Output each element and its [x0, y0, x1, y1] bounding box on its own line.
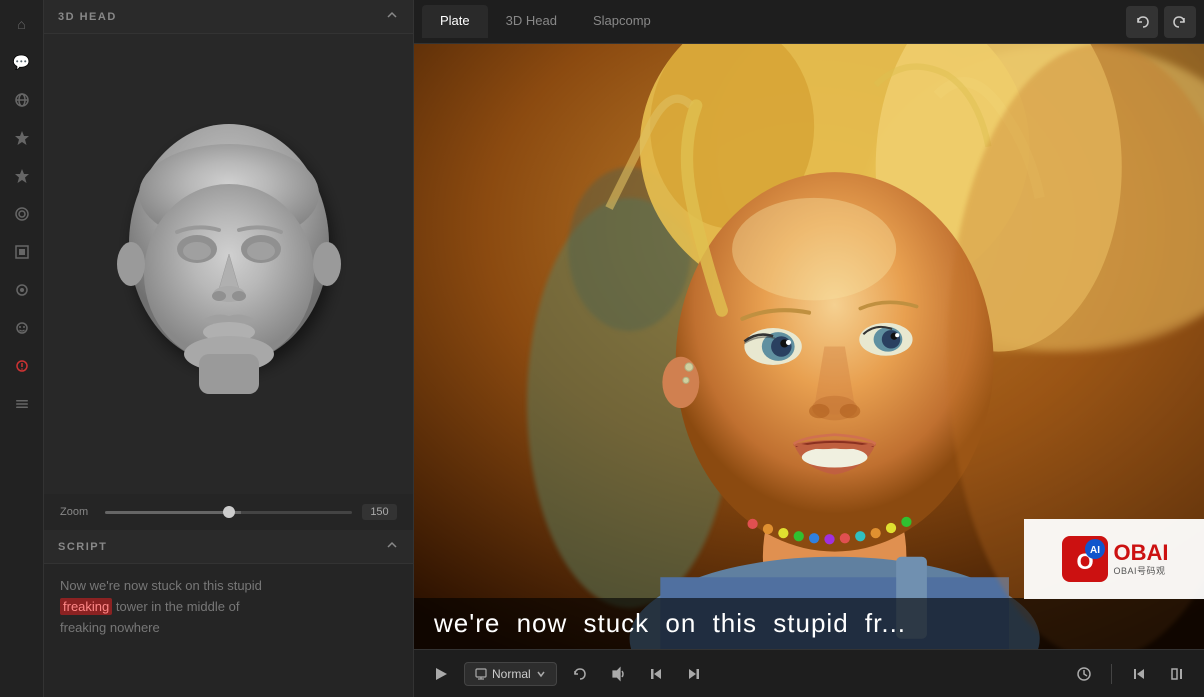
sidebar-alert-icon[interactable] — [6, 350, 38, 382]
script-section: SCRIPT Now we're now stuck on this stupi… — [44, 530, 413, 697]
watermark-brand: OBAI — [1114, 542, 1169, 564]
watermark: O AI OBAI OBAI号码观 — [1024, 519, 1204, 599]
next-frame-button[interactable] — [679, 659, 709, 689]
sidebar-globe-icon[interactable] — [6, 84, 38, 116]
undo-button[interactable] — [1126, 6, 1158, 38]
head3d-title: 3D HEAD — [58, 11, 117, 23]
loop-button[interactable] — [565, 659, 595, 689]
dropdown-chevron-icon — [536, 669, 546, 679]
sidebar-box-icon[interactable] — [6, 236, 38, 268]
sidebar-menu-icon[interactable] — [6, 388, 38, 420]
sidebar-face-icon[interactable] — [6, 312, 38, 344]
script-collapse-button[interactable] — [385, 538, 399, 555]
control-divider — [1111, 664, 1112, 684]
out-point-button[interactable] — [1162, 659, 1192, 689]
video-viewport: we're now stuck on this stupid fr... O A… — [414, 44, 1204, 649]
subtitle-word-3: stuck — [584, 608, 650, 639]
in-point-button[interactable] — [1124, 659, 1154, 689]
script-title: SCRIPT — [58, 541, 107, 553]
face-3d-model — [109, 124, 349, 404]
sidebar-chat-icon[interactable]: 💬 — [6, 46, 38, 78]
script-line1: Now we're now stuck on this stupid — [60, 578, 262, 593]
bottom-controls: Normal — [414, 649, 1204, 697]
head3d-collapse-button[interactable] — [385, 8, 399, 25]
sidebar-view-icon[interactable] — [6, 198, 38, 230]
sidebar-star2-icon[interactable] — [6, 160, 38, 192]
subtitle-text: we're now stuck on this stupid fr... — [434, 608, 914, 639]
script-highlight-word: freaking — [60, 598, 112, 615]
watermark-sub: OBAI号码观 — [1114, 564, 1169, 577]
tab-plate[interactable]: Plate — [422, 5, 488, 38]
sidebar: ⌂ 💬 — [0, 0, 44, 697]
view-mode-label: Normal — [492, 667, 531, 681]
svg-text:AI: AI — [1090, 545, 1100, 556]
sidebar-home-icon[interactable]: ⌂ — [6, 8, 38, 40]
volume-button[interactable] — [603, 659, 633, 689]
monitor-icon — [475, 668, 487, 680]
right-panel: Plate 3D Head Slapcomp — [414, 0, 1204, 697]
subtitle-word-7: fr... — [865, 608, 906, 639]
prev-frame-button[interactable] — [641, 659, 671, 689]
zoom-control: Zoom 150 — [44, 494, 413, 530]
subtitle-word-5: this — [713, 608, 757, 639]
script-line3: freaking nowhere — [60, 620, 160, 635]
subtitle-word-6: stupid — [773, 608, 848, 639]
script-line2: tower in the middle of — [116, 599, 240, 614]
zoom-slider[interactable] — [105, 511, 352, 514]
script-content: Now we're now stuck on this stupid freak… — [44, 564, 413, 650]
zoom-label: Zoom — [60, 506, 95, 518]
sidebar-star1-icon[interactable] — [6, 122, 38, 154]
zoom-value: 150 — [362, 504, 397, 520]
subtitle-bar: we're now stuck on this stupid fr... — [414, 598, 1204, 649]
view-tabs: Plate 3D Head Slapcomp — [422, 5, 669, 38]
tabs-actions — [1126, 6, 1196, 38]
tab-slapcomp[interactable]: Slapcomp — [575, 5, 669, 38]
redo-button[interactable] — [1164, 6, 1196, 38]
head3d-section-header: 3D HEAD — [44, 0, 413, 34]
view-mode-dropdown[interactable]: Normal — [464, 662, 557, 686]
script-section-header: SCRIPT — [44, 530, 413, 564]
subtitle-word-4: on — [665, 608, 696, 639]
subtitle-word-2: now — [517, 608, 568, 639]
left-panel: 3D HEAD — [44, 0, 414, 697]
tab-3dhead[interactable]: 3D Head — [488, 5, 575, 38]
subtitle-word-1: we're — [434, 608, 500, 639]
tabs-bar: Plate 3D Head Slapcomp — [414, 0, 1204, 44]
play-button[interactable] — [426, 659, 456, 689]
time-button[interactable] — [1069, 659, 1099, 689]
head3d-viewport — [44, 34, 413, 494]
sidebar-circle-icon[interactable] — [6, 274, 38, 306]
